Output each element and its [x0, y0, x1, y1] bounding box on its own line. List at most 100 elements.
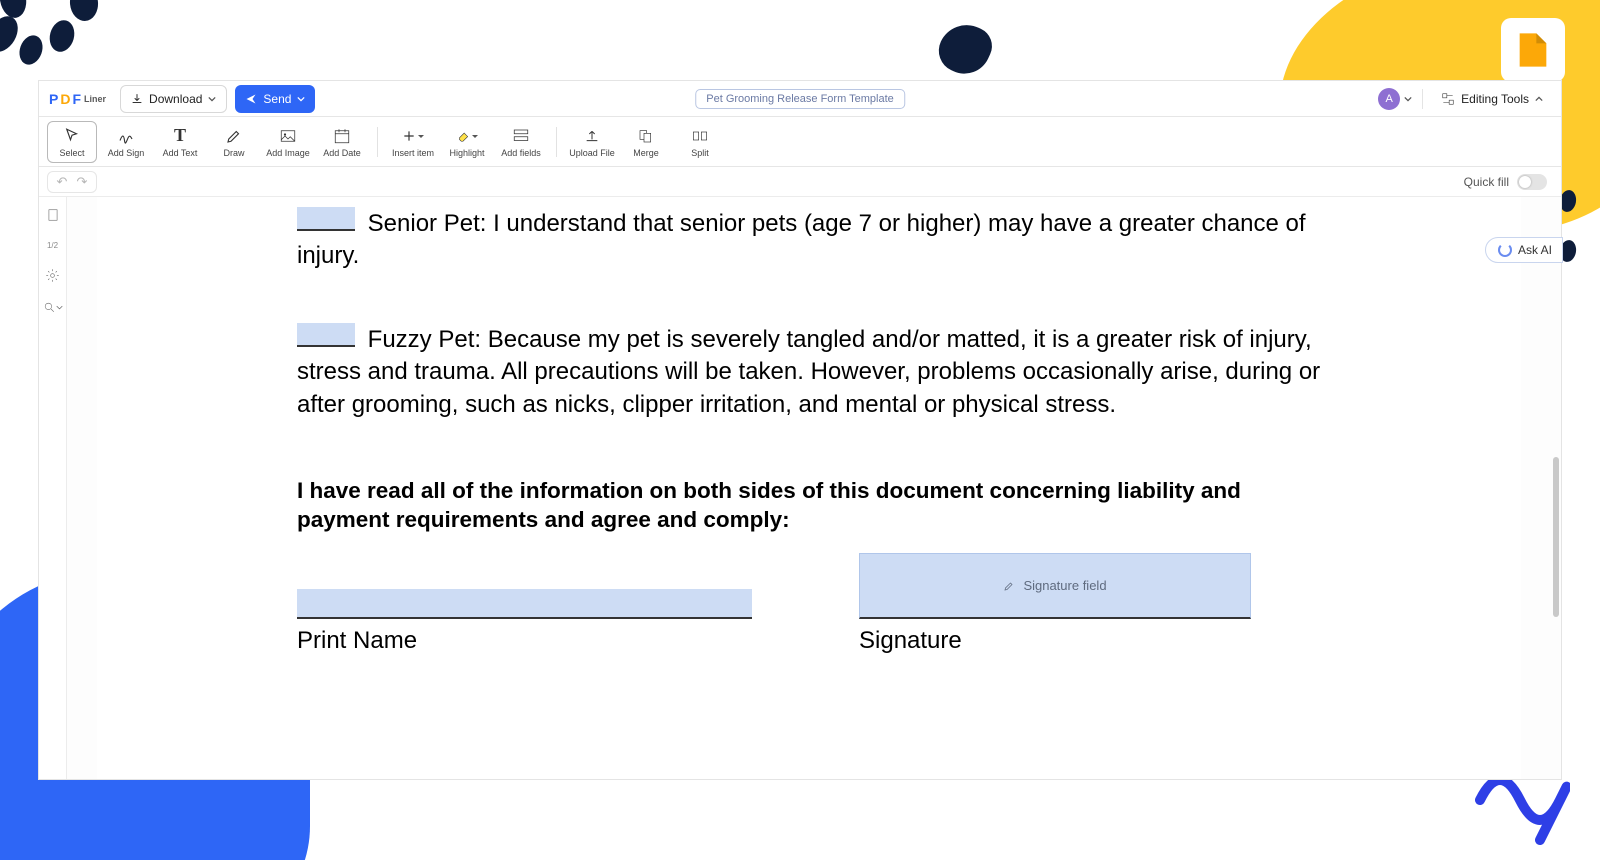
- download-button[interactable]: Download: [120, 85, 227, 113]
- senior-pet-checkbox-field[interactable]: [297, 207, 355, 231]
- tool-label: Insert item: [392, 148, 434, 158]
- upload-icon: [584, 126, 600, 146]
- brand-f: F: [72, 91, 81, 107]
- chevron-down-icon: [297, 95, 305, 103]
- tool-label: Add fields: [501, 148, 541, 158]
- tool-add-date[interactable]: Add Date: [317, 122, 367, 162]
- tool-label: Select: [59, 148, 84, 158]
- chevron-up-icon: [1535, 95, 1543, 103]
- select-icon: [63, 126, 81, 146]
- bg-blob-top-left: [0, 0, 130, 90]
- bg-blob-top-center: [932, 16, 998, 82]
- quick-fill-toggle[interactable]: Quick fill: [1464, 174, 1553, 190]
- tool-add-text[interactable]: T Add Text: [155, 122, 205, 162]
- avatar: A: [1378, 88, 1400, 110]
- fuzzy-pet-section: Fuzzy Pet: Because my pet is severely ta…: [297, 323, 1321, 421]
- ask-ai-label: Ask AI: [1518, 243, 1552, 257]
- tool-label: Add Image: [266, 148, 310, 158]
- print-name-column: Print Name: [297, 589, 759, 655]
- tool-label: Add Text: [163, 148, 198, 158]
- tool-select[interactable]: Select: [47, 121, 97, 163]
- ask-ai-button[interactable]: Ask AI: [1485, 237, 1563, 263]
- merge-icon: [638, 126, 654, 146]
- tool-label: Merge: [633, 148, 659, 158]
- draw-icon: [225, 126, 243, 146]
- chevron-down-icon: [1404, 95, 1412, 103]
- corner-logo: [1501, 18, 1565, 82]
- download-label: Download: [149, 92, 202, 106]
- split-icon: [692, 126, 708, 146]
- gear-icon[interactable]: [45, 268, 60, 283]
- tool-draw[interactable]: Draw: [209, 122, 259, 162]
- print-name-field[interactable]: [297, 589, 752, 619]
- download-icon: [131, 93, 143, 105]
- send-button[interactable]: Send: [235, 85, 315, 113]
- tool-highlight[interactable]: Highlight: [442, 122, 492, 162]
- header-bar: P D F Liner Download Send Pet Grooming R…: [39, 81, 1561, 117]
- fields-icon: [512, 126, 530, 146]
- date-icon: [333, 126, 351, 146]
- zoom-icon[interactable]: [43, 301, 63, 314]
- tool-label: Draw: [223, 148, 244, 158]
- tool-insert-item[interactable]: Insert item: [388, 122, 438, 162]
- signature-field[interactable]: Signature field: [859, 553, 1251, 619]
- text-icon: T: [174, 126, 186, 146]
- chevron-down-icon: [208, 95, 216, 103]
- signature-icon: [1003, 580, 1015, 592]
- ai-spinner-icon: [1498, 243, 1512, 257]
- tool-label: Add Sign: [108, 148, 145, 158]
- image-icon: [279, 126, 297, 146]
- tool-label: Highlight: [449, 148, 484, 158]
- brand-logo[interactable]: P D F Liner: [49, 91, 106, 107]
- senior-pet-label: Senior Pet:: [368, 210, 487, 237]
- editing-tools-button[interactable]: Editing Tools: [1433, 88, 1551, 110]
- fuzzy-pet-checkbox-field[interactable]: [297, 323, 355, 347]
- divider: [1422, 89, 1423, 109]
- tools-icon: [1441, 92, 1455, 106]
- canvas: Senior Pet: I understand that senior pet…: [67, 197, 1561, 779]
- tool-add-fields[interactable]: Add fields: [496, 122, 546, 162]
- scrollbar-thumb[interactable]: [1553, 457, 1559, 617]
- brand-d: D: [60, 91, 70, 107]
- toolbar: Select Add Sign T Add Text Draw Add Imag…: [39, 117, 1561, 167]
- plus-icon: [402, 126, 424, 146]
- sign-icon: [117, 126, 135, 146]
- tool-add-image[interactable]: Add Image: [263, 122, 313, 162]
- document-page: Senior Pet: I understand that senior pet…: [97, 197, 1521, 779]
- brand-p: P: [49, 91, 58, 107]
- signature-label: Signature: [859, 627, 1321, 655]
- tool-label: Upload File: [569, 148, 615, 158]
- quick-fill-label: Quick fill: [1464, 175, 1509, 189]
- signature-row: Print Name Signature field Signature: [297, 589, 1321, 655]
- agreement-statement: I have read all of the information on bo…: [297, 476, 1321, 535]
- undo-redo-group: ↶ ↷: [47, 171, 97, 193]
- send-icon: [245, 93, 257, 105]
- document-title[interactable]: Pet Grooming Release Form Template: [695, 89, 905, 109]
- page-indicator: 1/2: [47, 241, 58, 250]
- tool-add-sign[interactable]: Add Sign: [101, 122, 151, 162]
- toolbar-separator: [556, 127, 557, 157]
- highlight-icon: [456, 126, 478, 146]
- left-gutter: 1/2: [39, 197, 67, 779]
- tool-upload-file[interactable]: Upload File: [567, 122, 617, 162]
- toolbar-separator: [377, 127, 378, 157]
- editing-tools-label: Editing Tools: [1461, 92, 1529, 106]
- signature-field-label: Signature field: [1023, 578, 1106, 593]
- tool-merge[interactable]: Merge: [621, 122, 671, 162]
- tool-label: Split: [691, 148, 709, 158]
- print-name-label: Print Name: [297, 627, 759, 655]
- app-frame: P D F Liner Download Send Pet Grooming R…: [38, 80, 1562, 780]
- senior-pet-section: Senior Pet: I understand that senior pet…: [297, 207, 1321, 273]
- signature-column: Signature field Signature: [859, 589, 1321, 655]
- account-menu[interactable]: A: [1378, 88, 1412, 110]
- tool-split[interactable]: Split: [675, 122, 725, 162]
- fuzzy-pet-label: Fuzzy Pet:: [368, 326, 481, 353]
- pages-icon[interactable]: [46, 207, 60, 223]
- undo-button[interactable]: ↶: [54, 174, 70, 190]
- sub-toolbar: ↶ ↷ Quick fill: [39, 167, 1561, 197]
- redo-button[interactable]: ↷: [74, 174, 90, 190]
- send-label: Send: [263, 92, 291, 106]
- brand-liner: Liner: [84, 94, 106, 104]
- tool-label: Add Date: [323, 148, 361, 158]
- toggle-switch[interactable]: [1517, 174, 1547, 190]
